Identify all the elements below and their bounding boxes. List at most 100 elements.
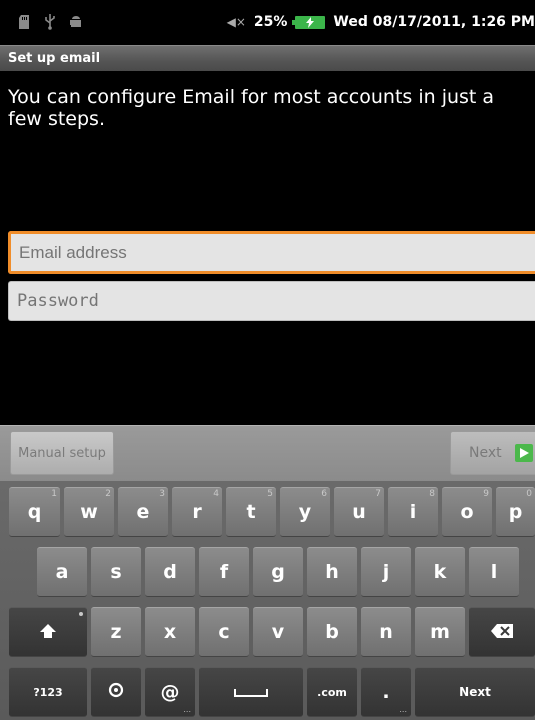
key-more-dots: ... — [399, 705, 407, 714]
key-label: @ — [160, 681, 180, 703]
keyboard-next-key[interactable]: Next — [415, 667, 535, 717]
key-t[interactable]: t5 — [226, 487, 276, 537]
title-bar: Set up email — [0, 45, 535, 71]
key-label: Next — [459, 685, 491, 699]
key-label: t — [246, 501, 256, 523]
space-icon — [234, 681, 268, 703]
key-j[interactable]: j — [361, 547, 411, 597]
period-key[interactable]: .... — [361, 667, 411, 717]
key-label: c — [218, 621, 230, 643]
backspace-icon — [491, 621, 513, 643]
action-bar: Manual setup Next — [0, 425, 535, 481]
datetime: Wed 08/17/2011, 1:26 PM — [333, 14, 535, 30]
key-label: .com — [317, 685, 347, 699]
key-label: y — [298, 501, 312, 523]
key-a[interactable]: a — [37, 547, 87, 597]
key-l[interactable]: l — [469, 547, 519, 597]
key-label: h — [325, 561, 339, 583]
battery-percentage: 25% — [253, 14, 288, 30]
at-key[interactable]: @... — [145, 667, 195, 717]
key-label: j — [382, 561, 390, 583]
key-label: r — [192, 501, 202, 523]
key-label: o — [460, 501, 474, 523]
key-label: q — [27, 501, 42, 523]
symbols-key[interactable]: ?123 — [9, 667, 87, 717]
battery-charging-icon — [292, 15, 326, 29]
key-hint: 4 — [213, 489, 219, 499]
key-y[interactable]: y6 — [280, 487, 330, 537]
key-m[interactable]: m — [415, 607, 465, 657]
key-x[interactable]: x — [145, 607, 195, 657]
key-z[interactable]: z — [91, 607, 141, 657]
key-label: s — [110, 561, 122, 583]
shift-icon — [40, 621, 56, 643]
key-label: ?123 — [33, 685, 63, 699]
key-r[interactable]: r4 — [172, 487, 222, 537]
key-p[interactable]: p0 — [496, 487, 535, 537]
key-i[interactable]: i8 — [388, 487, 438, 537]
key-b[interactable]: b — [307, 607, 357, 657]
key-hint: 1 — [51, 489, 57, 499]
shift-indicator — [79, 612, 83, 616]
key-v[interactable]: v — [253, 607, 303, 657]
key-label: b — [325, 621, 339, 643]
email-field[interactable] — [11, 234, 535, 271]
next-label: Next — [469, 445, 502, 461]
space-key[interactable] — [199, 667, 303, 717]
key-label: f — [219, 561, 229, 583]
manual-setup-button[interactable]: Manual setup — [10, 431, 114, 475]
settings-key[interactable] — [91, 667, 141, 717]
key-s[interactable]: s — [91, 547, 141, 597]
email-field-container — [8, 231, 535, 274]
key-label: g — [271, 561, 285, 583]
key-o[interactable]: o9 — [442, 487, 492, 537]
key-label: d — [163, 561, 177, 583]
key-label: p — [508, 501, 523, 523]
key-h[interactable]: h — [307, 547, 357, 597]
key-label: a — [55, 561, 69, 583]
next-arrow-icon — [515, 444, 533, 462]
password-field[interactable] — [9, 282, 535, 320]
shift-key[interactable] — [9, 607, 87, 657]
android-debug-icon — [70, 14, 82, 30]
key-f[interactable]: f — [199, 547, 249, 597]
key-hint: 6 — [321, 489, 327, 499]
key-label: m — [430, 621, 450, 643]
next-button[interactable]: Next — [450, 431, 535, 475]
key-c[interactable]: c — [199, 607, 249, 657]
key-label: z — [110, 621, 122, 643]
key-hint: 3 — [159, 489, 165, 499]
key-label: x — [163, 621, 177, 643]
key-hint: 8 — [429, 489, 435, 499]
password-field-container — [8, 281, 535, 321]
key-label: e — [136, 501, 150, 523]
key-k[interactable]: k — [415, 547, 465, 597]
backspace-key[interactable] — [469, 607, 535, 657]
mute-icon: ◀× — [226, 15, 246, 29]
key-hint: 5 — [267, 489, 273, 499]
key-label: u — [352, 501, 366, 523]
key-label: i — [409, 501, 417, 523]
key-e[interactable]: e3 — [118, 487, 168, 537]
key-label: l — [490, 561, 498, 583]
key-hint: 0 — [526, 489, 532, 499]
key-w[interactable]: w2 — [64, 487, 114, 537]
key-n[interactable]: n — [361, 607, 411, 657]
key-q[interactable]: q1 — [9, 487, 60, 537]
key-g[interactable]: g — [253, 547, 303, 597]
manual-setup-label: Manual setup — [18, 445, 106, 461]
soft-keyboard: q1 w2 e3 r4 t5 y6 u7 i8 o9 p0 a s d f g … — [0, 481, 535, 720]
settings-icon — [108, 681, 124, 703]
status-bar: ◀× 25% Wed 08/17/2011, 1:26 PM — [0, 0, 535, 45]
key-u[interactable]: u7 — [334, 487, 384, 537]
key-hint: 7 — [375, 489, 381, 499]
key-hint: 9 — [483, 489, 489, 499]
key-more-dots: ... — [183, 705, 191, 714]
key-label: w — [80, 501, 98, 523]
key-label: n — [379, 621, 393, 643]
sd-card-icon — [18, 14, 30, 30]
page-title: Set up email — [8, 51, 101, 66]
dotcom-key[interactable]: .com — [307, 667, 357, 717]
key-label: v — [271, 621, 285, 643]
key-d[interactable]: d — [145, 547, 195, 597]
